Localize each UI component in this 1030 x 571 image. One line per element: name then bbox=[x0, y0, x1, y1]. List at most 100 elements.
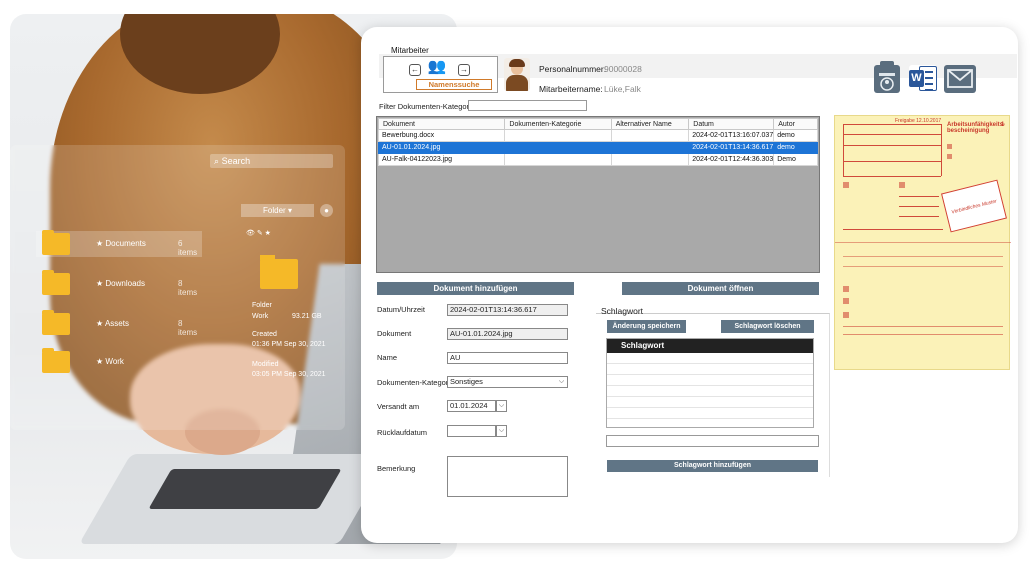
keyword-input[interactable] bbox=[606, 435, 819, 447]
folder-icon bbox=[42, 230, 70, 255]
document-field[interactable]: AU-01.01.2024.jpg bbox=[447, 328, 568, 340]
preview-stamp: Verbindliches Muster bbox=[941, 179, 1007, 233]
category-select-value: Sonstiges bbox=[450, 377, 483, 386]
keyword-list[interactable]: Schlagwort bbox=[606, 338, 814, 428]
folder-icon bbox=[42, 310, 70, 335]
folder-icon bbox=[260, 255, 298, 289]
remark-label: Bemerkung bbox=[377, 464, 416, 473]
table-cell: 2024-02-01T13:14:36.617 bbox=[688, 141, 775, 154]
table-row-selected[interactable]: AU-01.01.2024.jpg 2024-02-01T13:14:36.61… bbox=[377, 141, 818, 154]
folder-icon bbox=[42, 270, 70, 295]
sent-date-field[interactable]: 01.01.2024 bbox=[447, 400, 496, 412]
overlay-folder-row[interactable]: ★ Assets 8 items bbox=[36, 310, 202, 337]
overlay-folder-row[interactable]: ★ Downloads 8 items bbox=[36, 270, 202, 297]
table-cell: Bewerbung.docx bbox=[377, 129, 506, 142]
name-label: Name bbox=[377, 353, 398, 362]
return-date-picker-button[interactable]: ⌵ bbox=[496, 425, 507, 437]
overlay-folder-name: ★ Documents bbox=[96, 239, 146, 248]
overlay-folder-name: ★ Assets bbox=[96, 319, 129, 328]
chevron-down-icon: ⌵ bbox=[558, 378, 565, 385]
sent-date-picker-button[interactable]: ⌵ bbox=[496, 400, 507, 412]
table-cell: 2024-02-01T13:16:07.037 bbox=[688, 129, 775, 142]
employee-name-label: Mitarbeitername: bbox=[539, 84, 603, 94]
document-label: Dokument bbox=[377, 329, 412, 338]
table-cell bbox=[504, 129, 612, 142]
open-document-button[interactable]: Dokument öffnen bbox=[622, 282, 819, 295]
marketing-composite: ⌕ Search Folder ▾ ● ★ Documents 6 items … bbox=[0, 0, 1030, 571]
return-date-label: Rücklaufdatum bbox=[377, 428, 428, 437]
add-keyword-button[interactable]: Schlagwort hinzufügen bbox=[607, 460, 818, 472]
table-header-row: Dokument Dokumenten-Kategorie Alternativ… bbox=[377, 118, 818, 130]
return-date-field[interactable] bbox=[447, 425, 496, 437]
overlay-folder-dropdown[interactable]: Folder ▾ bbox=[241, 204, 314, 217]
preview-number: 1 bbox=[1001, 122, 1005, 128]
category-select[interactable]: Sonstiges ⌵ bbox=[447, 376, 568, 388]
column-header[interactable]: Dokument bbox=[377, 118, 506, 130]
detail-modified-value: 03:05 PM Sep 30, 2021 bbox=[252, 371, 326, 378]
keyword-list-header: Schlagwort bbox=[607, 339, 813, 353]
overlay-folder-row[interactable]: ★ Documents 6 items bbox=[36, 230, 202, 257]
save-changes-button[interactable]: Änderung speichern bbox=[607, 320, 686, 333]
table-cell: demo bbox=[773, 141, 818, 154]
document-preview: Freigabe 12.10.2017 Arbeitsunfähigkeits-… bbox=[834, 115, 1011, 370]
keyword-group-label: Schlagwort bbox=[601, 306, 644, 316]
remark-textarea[interactable] bbox=[447, 456, 568, 497]
table-cell: AU-Falk-04122023.jpg bbox=[377, 153, 506, 166]
overlay-folder-name: ★ Downloads bbox=[96, 279, 145, 288]
detail-created-value: 01:36 PM Sep 30, 2021 bbox=[252, 341, 326, 348]
table-row[interactable]: Bewerbung.docx 2024-02-01T13:16:07.037 d… bbox=[377, 129, 818, 142]
overlay-search-placeholder: Search bbox=[221, 156, 251, 166]
people-icon[interactable]: 👥 bbox=[426, 57, 448, 77]
column-header[interactable]: Alternativer Name bbox=[610, 118, 690, 130]
category-label: Dokumenten-Kategorie bbox=[377, 378, 455, 387]
table-cell: AU-01.01.2024.jpg bbox=[377, 141, 506, 154]
personnel-number-value: 90000028 bbox=[604, 64, 642, 74]
laptop-keyboard bbox=[148, 469, 342, 509]
overlay-folder-row[interactable]: ★ Work bbox=[36, 348, 202, 375]
column-header[interactable]: Autor bbox=[773, 118, 818, 130]
overlay-folder-count: 6 items bbox=[178, 239, 198, 257]
employee-name-value: Lüke,Falk bbox=[604, 84, 641, 94]
preview-title: Arbeitsunfähigkeits-bescheinigung bbox=[947, 122, 1006, 134]
detail-name: Work bbox=[252, 313, 269, 320]
overlay-folder-count: 8 items bbox=[178, 319, 198, 337]
overlay-folder-dropdown-label: Folder bbox=[263, 206, 286, 215]
previous-employee-button[interactable]: ← bbox=[409, 64, 421, 76]
print-icon[interactable] bbox=[874, 61, 900, 93]
table-cell: demo bbox=[773, 129, 818, 142]
filter-category-input[interactable] bbox=[468, 100, 587, 111]
employee-avatar bbox=[504, 58, 530, 91]
delete-keyword-button[interactable]: Schlagwort löschen bbox=[721, 320, 814, 333]
add-document-button[interactable]: Dokument hinzufügen bbox=[377, 282, 574, 295]
filter-category-label: Filter Dokumenten-Kategorie bbox=[379, 102, 475, 111]
name-field[interactable]: AU bbox=[447, 352, 568, 364]
overlay-folder-name: ★ Work bbox=[96, 357, 124, 366]
column-header[interactable]: Datum bbox=[688, 118, 775, 130]
datetime-field[interactable]: 2024-02-01T13:14:36.617 bbox=[447, 304, 568, 316]
detail-size: 93.21 GB bbox=[292, 313, 322, 320]
overlay-search-field[interactable]: ⌕ Search bbox=[210, 154, 333, 168]
employee-group-label: Mitarbeiter bbox=[391, 46, 429, 55]
sent-date-label: Versandt am bbox=[377, 402, 420, 411]
document-manager-window: Mitarbeiter ← 👥 → Namenssuche Personalnu… bbox=[361, 27, 1018, 543]
next-employee-button[interactable]: → bbox=[458, 64, 470, 76]
datetime-label: Datum/Uhrzeit bbox=[377, 305, 425, 314]
detail-modified-label: Modified bbox=[252, 361, 279, 368]
table-cell: Demo bbox=[773, 153, 818, 166]
personnel-number-label: Personalnummer: bbox=[539, 64, 607, 74]
table-cell bbox=[610, 141, 690, 154]
column-header[interactable]: Dokumenten-Kategorie bbox=[504, 118, 612, 130]
table-row[interactable]: AU-Falk-04122023.jpg 2024-02-01T12:44:36… bbox=[377, 153, 818, 166]
chevron-down-icon: ▾ bbox=[287, 206, 292, 215]
name-search-button[interactable]: Namenssuche bbox=[416, 79, 492, 90]
detail-created-label: Created bbox=[252, 331, 277, 338]
table-cell bbox=[610, 153, 690, 166]
user-icon[interactable]: ● bbox=[320, 204, 333, 217]
overlay-folder-detail: 👁 ✎ ★ Folder Work 93.21 GB Created 01:36… bbox=[240, 224, 340, 399]
word-export-icon[interactable]: W bbox=[909, 65, 937, 93]
view-icons: 👁 ✎ ★ bbox=[246, 230, 271, 237]
detail-type: Folder bbox=[252, 302, 272, 309]
table-cell bbox=[504, 153, 612, 166]
mail-icon[interactable] bbox=[944, 65, 976, 93]
table-cell bbox=[610, 129, 690, 142]
